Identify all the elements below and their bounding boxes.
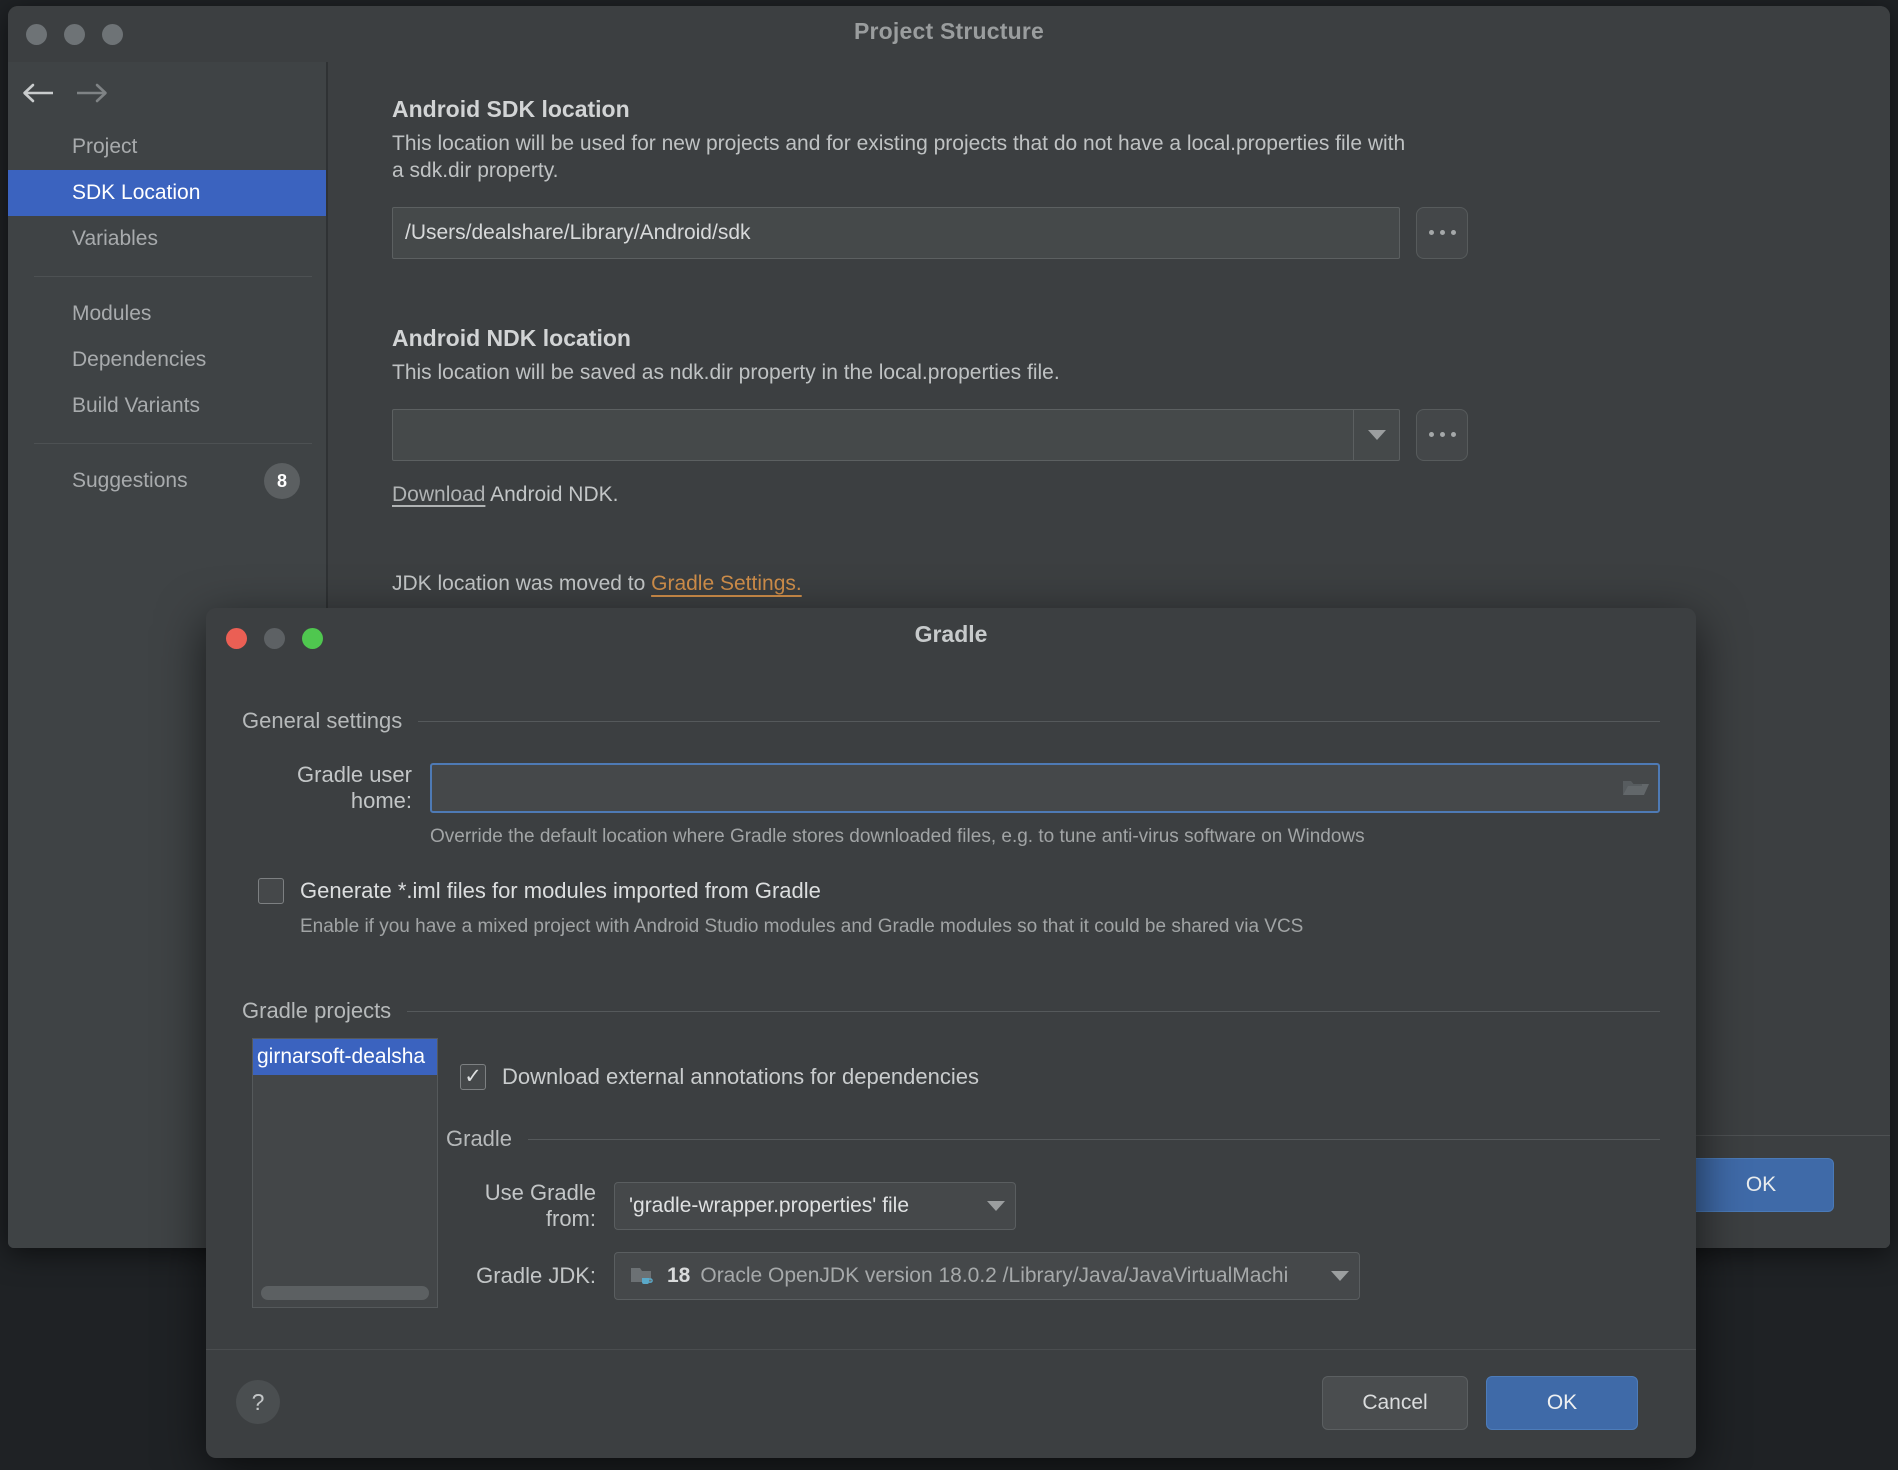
chevron-down-icon[interactable] bbox=[1353, 409, 1399, 460]
forward-arrow-icon[interactable] bbox=[68, 72, 114, 114]
gradle-user-home-label: Gradle user home: bbox=[297, 762, 412, 813]
generate-iml-hint: Enable if you have a mixed project with … bbox=[300, 915, 1304, 937]
project-structure-ok-button[interactable]: OK bbox=[1688, 1158, 1834, 1212]
list-item[interactable]: girnarsoft-dealsha bbox=[253, 1039, 437, 1075]
suggestions-count-badge: 8 bbox=[264, 463, 300, 499]
use-gradle-from-select[interactable]: 'gradle-wrapper.properties' file bbox=[614, 1182, 1016, 1230]
chevron-down-icon[interactable] bbox=[987, 1201, 1005, 1211]
gradle-settings-link[interactable]: Gradle Settings. bbox=[651, 572, 802, 595]
group-rule bbox=[407, 1010, 1660, 1012]
download-ndk-line: Download Android NDK. bbox=[392, 483, 1468, 507]
gradle-jdk-value: Oracle OpenJDK version 18.0.2 /Library/J… bbox=[700, 1264, 1289, 1287]
use-gradle-from-value: 'gradle-wrapper.properties' file bbox=[629, 1194, 909, 1217]
ok-button[interactable]: OK bbox=[1486, 1376, 1638, 1430]
general-settings-label: General settings bbox=[242, 708, 403, 733]
ellipsis-icon-dot bbox=[1439, 432, 1445, 438]
android-sdk-description: This location will be used for new proje… bbox=[392, 132, 1406, 182]
android-sdk-heading: Android SDK location bbox=[392, 96, 630, 122]
android-ndk-heading: Android NDK location bbox=[392, 325, 631, 351]
sidebar-item-label: Variables bbox=[72, 227, 158, 250]
page-title: Project Structure bbox=[853, 18, 1044, 44]
android-sdk-path-input[interactable]: /Users/dealshare/Library/Android/sdk bbox=[392, 206, 1400, 259]
gradle-projects-label: Gradle projects bbox=[242, 998, 392, 1023]
sidebar-item-variables[interactable]: Variables bbox=[8, 216, 328, 262]
ellipsis-icon-dot bbox=[1428, 432, 1434, 438]
sidebar-item-label: Suggestions bbox=[72, 469, 188, 492]
use-gradle-from-label: Use Gradle from: bbox=[484, 1180, 596, 1231]
general-settings-header: General settings bbox=[242, 708, 1660, 734]
gradle-dialog-title: Gradle bbox=[914, 621, 988, 647]
gradle-user-home-input[interactable] bbox=[430, 763, 1660, 813]
gradle-jdk-select[interactable]: 18 Oracle OpenJDK version 18.0.2 /Librar… bbox=[614, 1252, 1360, 1300]
sidebar-item-sdk-location[interactable]: SDK Location bbox=[8, 170, 328, 216]
sidebar-divider-1 bbox=[34, 276, 312, 277]
gradle-projects-list[interactable]: girnarsoft-dealsha bbox=[252, 1038, 438, 1308]
sidebar-item-project[interactable]: Project bbox=[8, 124, 328, 170]
android-ndk-section: Android NDK location This location will … bbox=[392, 325, 1468, 507]
cancel-button[interactable]: Cancel bbox=[1322, 1376, 1468, 1430]
download-annotations-label: Download external annotations for depend… bbox=[502, 1064, 979, 1089]
ellipsis-icon-dot bbox=[1428, 230, 1434, 236]
android-sdk-browse-button[interactable] bbox=[1416, 206, 1468, 259]
ellipsis-icon-dot bbox=[1439, 230, 1445, 236]
sidebar-nav-arrows bbox=[8, 62, 328, 124]
sidebar-item-label: Project bbox=[72, 135, 138, 158]
gradle-dialog-button-bar: ? Cancel OK bbox=[206, 1349, 1696, 1458]
sidebar-item-suggestions[interactable]: Suggestions 8 bbox=[8, 458, 328, 504]
download-ndk-link[interactable]: Download bbox=[392, 483, 485, 506]
horizontal-scrollbar[interactable] bbox=[261, 1286, 429, 1300]
group-rule bbox=[528, 1138, 1660, 1140]
generate-iml-label: Generate *.iml files for modules importe… bbox=[300, 877, 821, 903]
sidebar-item-dependencies[interactable]: Dependencies bbox=[8, 337, 328, 383]
check-icon: ✓ bbox=[464, 1064, 482, 1088]
sidebar-item-label: Dependencies bbox=[72, 348, 207, 371]
gradle-settings-dialog: Gradle General settings Gradle user home… bbox=[206, 608, 1696, 1458]
project-structure-titlebar: Project Structure bbox=[8, 6, 1890, 62]
gradle-subgroup-header: Gradle bbox=[446, 1126, 1660, 1152]
folder-icon[interactable] bbox=[1620, 776, 1650, 800]
ellipsis-icon-dot bbox=[1450, 432, 1456, 438]
general-settings-group: General settings Gradle user home: Overr… bbox=[242, 708, 1660, 939]
group-rule bbox=[418, 720, 1660, 722]
sidebar-item-label: Build Variants bbox=[72, 394, 201, 417]
gradle-dialog-titlebar: Gradle bbox=[206, 608, 1696, 670]
gradle-subgroup: Gradle Use Gradle from: 'gradle-wrapper.… bbox=[446, 1126, 1660, 1300]
android-ndk-path-combo[interactable] bbox=[392, 408, 1400, 461]
download-annotations-row[interactable]: ✓ Download external annotations for depe… bbox=[460, 1064, 979, 1090]
gradle-projects-group: Gradle projects bbox=[242, 998, 1660, 1024]
android-sdk-section: Android SDK location This location will … bbox=[392, 96, 1468, 259]
android-ndk-description: This location will be saved as ndk.dir p… bbox=[392, 361, 1060, 384]
jdk-folder-icon bbox=[629, 1265, 657, 1287]
android-ndk-browse-button[interactable] bbox=[1416, 408, 1468, 461]
generate-iml-checkbox[interactable] bbox=[258, 877, 284, 904]
back-arrow-icon[interactable] bbox=[16, 72, 62, 114]
gradle-user-home-hint: Override the default location where Grad… bbox=[430, 826, 1365, 847]
gradle-subgroup-label: Gradle bbox=[446, 1126, 513, 1151]
sidebar-item-build-variants[interactable]: Build Variants bbox=[8, 383, 328, 429]
gradle-projects-header: Gradle projects bbox=[242, 998, 1660, 1024]
download-ndk-suffix: Android NDK. bbox=[485, 482, 619, 506]
sidebar-item-modules[interactable]: Modules bbox=[8, 291, 328, 337]
jdk-moved-note: JDK location was moved to Gradle Setting… bbox=[392, 572, 802, 596]
download-annotations-checkbox[interactable]: ✓ bbox=[460, 1064, 486, 1090]
gradle-jdk-label: Gradle JDK: bbox=[476, 1263, 596, 1288]
help-button[interactable]: ? bbox=[236, 1380, 280, 1424]
jdk-moved-text: JDK location was moved to bbox=[392, 572, 652, 595]
gradle-jdk-version: 18 bbox=[667, 1264, 691, 1287]
sidebar-divider-2 bbox=[34, 443, 312, 444]
sidebar-item-label: SDK Location bbox=[72, 181, 201, 204]
chevron-down-icon[interactable] bbox=[1331, 1271, 1349, 1281]
ellipsis-icon-dot bbox=[1450, 230, 1456, 236]
sidebar-item-label: Modules bbox=[72, 302, 152, 325]
